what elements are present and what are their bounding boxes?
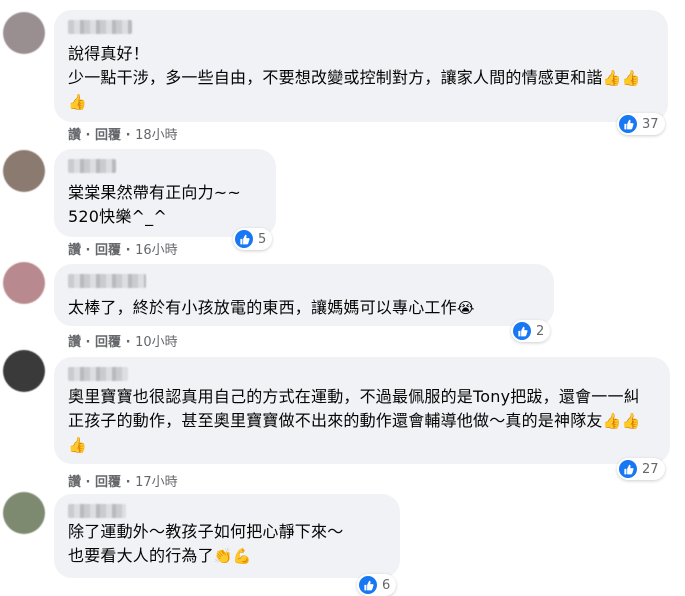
like-icon [359,576,377,594]
timestamp[interactable]: 18小時 [135,128,178,143]
author-name[interactable] [68,274,146,288]
comment-text: 說得真好！ 少一點干涉，多一些自由，不要想改變或控制對方，讓家人間的情感更和諧👍… [68,44,641,111]
comment-text: 太棒了，終於有小孩放電的東西，讓媽媽可以專心工作😭 [68,298,475,317]
timestamp[interactable]: 17小時 [135,475,178,490]
emoji: 😭 [456,299,475,317]
reply-button[interactable]: 回覆 [95,475,121,490]
avatar[interactable] [3,150,45,192]
author-name[interactable] [68,20,132,34]
comment-bubble: 棠棠果然帶有正向力~~ 520快樂^_^ [54,149,276,237]
reaction-count[interactable]: 37 [617,113,665,135]
avatar[interactable] [3,350,45,392]
comment-actions: 讚 · 回覆 · 10小時 [68,335,178,350]
like-icon [513,322,531,340]
author-name[interactable] [68,504,126,518]
reply-button[interactable]: 回覆 [95,243,121,258]
reaction-count[interactable]: 6 [357,574,397,596]
like-icon [619,115,637,133]
like-button[interactable]: 讚 [68,243,81,258]
comment-bubble: 說得真好！ 少一點干涉，多一些自由，不要想改變或控制對方，讓家人間的情感更和諧👍… [54,10,668,122]
comment-actions: 讚 · 回覆 · 17小時 [68,475,178,490]
emoji: 👏💪 [213,547,252,565]
comment-bubble: 太棒了，終於有小孩放電的東西，讓媽媽可以專心工作😭 [54,264,554,326]
avatar[interactable] [3,12,45,54]
avatar[interactable] [3,492,45,534]
comment-bubble: 除了運動外～教孩子如何把心靜下來～ 也要看大人的行為了👏💪 [54,494,400,578]
avatar[interactable] [3,262,45,304]
timestamp[interactable]: 16小時 [135,243,178,258]
reaction-count[interactable]: 27 [617,458,665,480]
comment-bubble: 奧里寶寶也很認真用自己的方式在運動，不過最佩服的是Tony把跋，還會一一糾正孩子… [54,357,670,464]
like-icon [235,230,253,248]
reply-button[interactable]: 回覆 [95,128,121,143]
comment-text: 除了運動外～教孩子如何把心靜下來～ 也要看大人的行為了👏💪 [68,522,344,565]
author-name[interactable] [68,367,128,381]
comment-actions: 讚 · 回覆 · 16小時 [68,243,178,258]
timestamp[interactable]: 10小時 [135,335,178,350]
reply-button[interactable]: 回覆 [95,335,121,350]
comment-text: 棠棠果然帶有正向力~~ 520快樂^_^ [68,183,242,226]
like-button[interactable]: 讚 [68,475,81,490]
reaction-count[interactable]: 5 [233,228,273,250]
reaction-count[interactable]: 2 [511,320,551,342]
comment-text: 奧里寶寶也很認真用自己的方式在運動，不過最佩服的是Tony把跋，還會一一糾正孩子… [68,387,641,454]
like-button[interactable]: 讚 [68,128,81,143]
comment-actions: 讚 · 回覆 · 18小時 [68,128,178,143]
like-icon [619,460,637,478]
like-button[interactable]: 讚 [68,335,81,350]
author-name[interactable] [68,159,116,173]
